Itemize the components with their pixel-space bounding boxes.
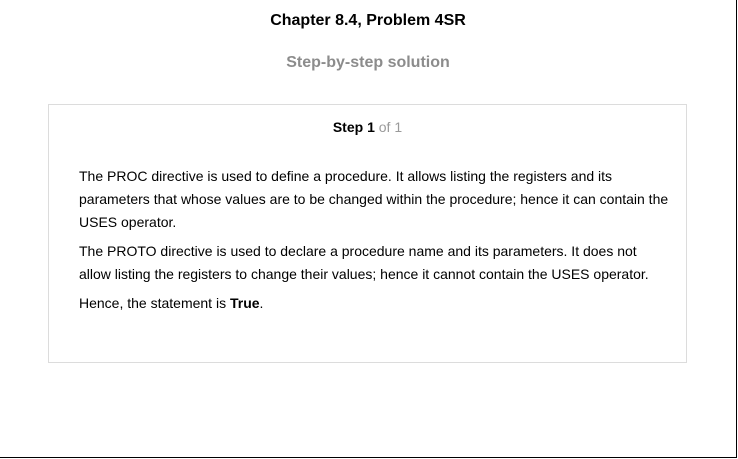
conclusion-prefix: Hence, the statement is [79,295,230,311]
step-indicator: Step 1 of 1 [49,119,686,135]
solution-content: The PROC directive is used to define a p… [79,165,669,321]
solution-paragraph-2: The PROTO directive is used to declare a… [79,243,649,282]
step-number: 1 [367,119,375,135]
conclusion-answer: True [229,295,260,311]
page-title: Chapter 8.4, Problem 4SR [270,12,466,29]
conclusion-suffix: . [259,295,264,311]
step-label: Step [332,119,364,135]
solution-card: Step 1 of 1 The PROC directive is used t… [48,104,687,363]
solution-paragraph-1: The PROC directive is used to define a p… [79,168,669,230]
step-of-label: of [378,119,391,135]
solution-subtitle: Step-by-step solution [286,54,450,71]
solution-conclusion: Hence, the statement is True. [79,292,669,315]
step-total: 1 [394,119,403,135]
